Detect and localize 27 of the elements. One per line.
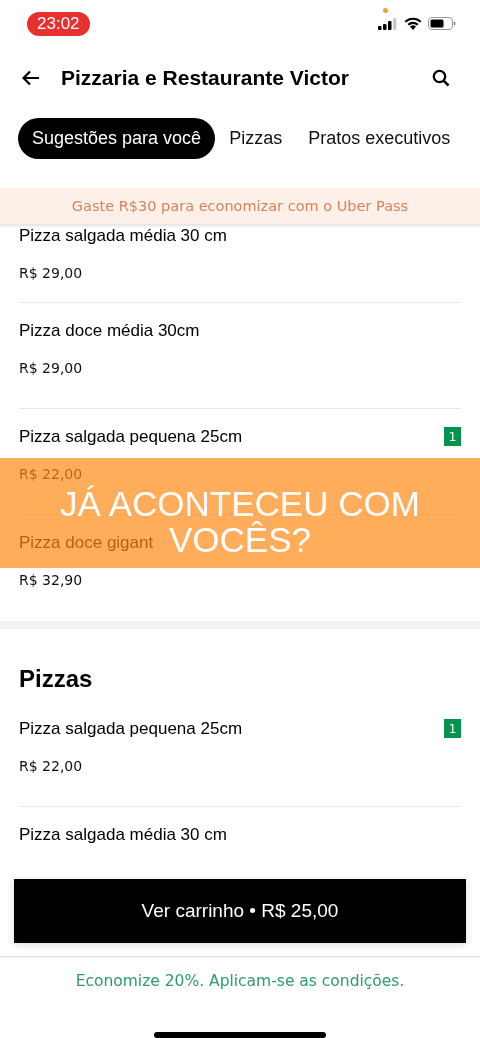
restaurant-title: Pizzaria e Restaurante Victor	[61, 65, 349, 90]
quantity-badge: 1	[444, 427, 461, 447]
item-price: R$ 29,00	[19, 264, 84, 281]
item-name[interactable]: Pizza salgada pequena 25cm	[19, 718, 243, 739]
item-price: R$ 22,00	[19, 757, 84, 774]
view-cart-button[interactable]: Ver carrinho • R$ 25,00	[14, 878, 466, 943]
item-name[interactable]: Pizza salgada média 30 cm	[19, 824, 227, 845]
quantity-badge: 1	[444, 719, 461, 739]
category-tab[interactable]: Sugestões para você	[18, 117, 216, 159]
discount-note: Economize 20%. Aplicam-se as condições.	[75, 972, 405, 990]
item-name[interactable]: Pizza salgada média 30 cm	[19, 225, 227, 246]
status-time: 23:02	[27, 11, 90, 36]
item-price: R$ 29,00	[19, 359, 84, 376]
item-price: R$ 22,00	[19, 465, 84, 482]
search-icon[interactable]	[432, 68, 450, 87]
battery-icon	[428, 17, 456, 31]
signal-icon	[378, 17, 398, 30]
category-tab[interactable]: Pizzas	[217, 117, 295, 159]
item-name[interactable]: Pizza doce média 30cm	[19, 320, 200, 341]
item-price: R$ 32,90	[19, 571, 84, 588]
category-tab[interactable]: Pratos executivos	[296, 117, 463, 159]
back-arrow-icon[interactable]	[22, 69, 40, 86]
caption-text: VOCÊS?	[169, 521, 311, 558]
section-title: Pizzas	[19, 663, 94, 694]
item-name[interactable]: Pizza salgada pequena 25cm	[19, 426, 243, 447]
wifi-icon	[404, 17, 422, 31]
caption-text: JÁ ACONTECEU COM	[60, 485, 420, 522]
